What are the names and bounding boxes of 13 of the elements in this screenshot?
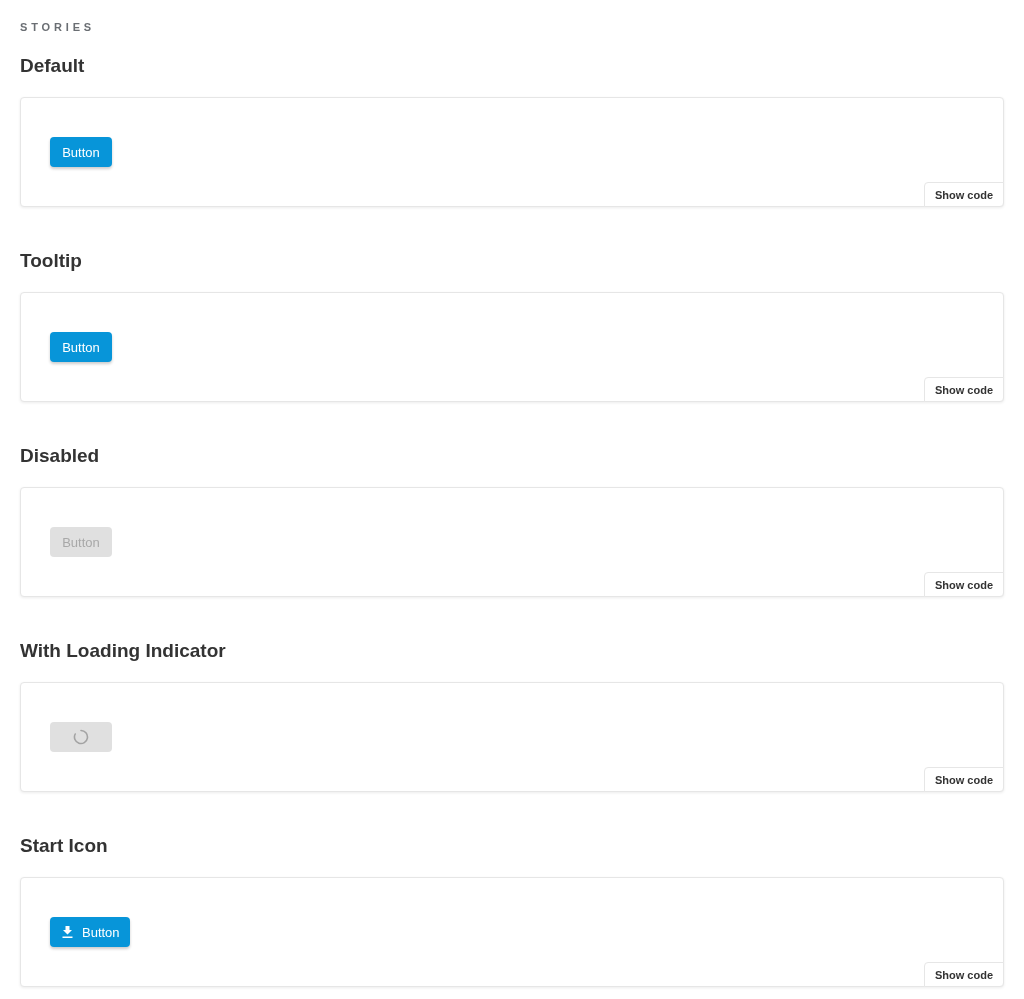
show-code-button[interactable]: Show code (923, 182, 1004, 207)
spinner-icon (73, 729, 89, 745)
show-code-button[interactable]: Show code (923, 377, 1004, 402)
section-label: STORIES (20, 20, 96, 35)
story-title: With Loading Indicator (20, 639, 226, 663)
story-title: Tooltip (20, 249, 82, 273)
show-code-button[interactable]: Show code (923, 767, 1004, 792)
show-code-button[interactable]: Show code (923, 962, 1004, 987)
download-icon (62, 926, 73, 938)
show-code-button[interactable]: Show code (923, 572, 1004, 597)
story-title: Default (20, 54, 85, 78)
story-title: Disabled (20, 444, 100, 468)
story-title: Start Icon (20, 834, 108, 858)
